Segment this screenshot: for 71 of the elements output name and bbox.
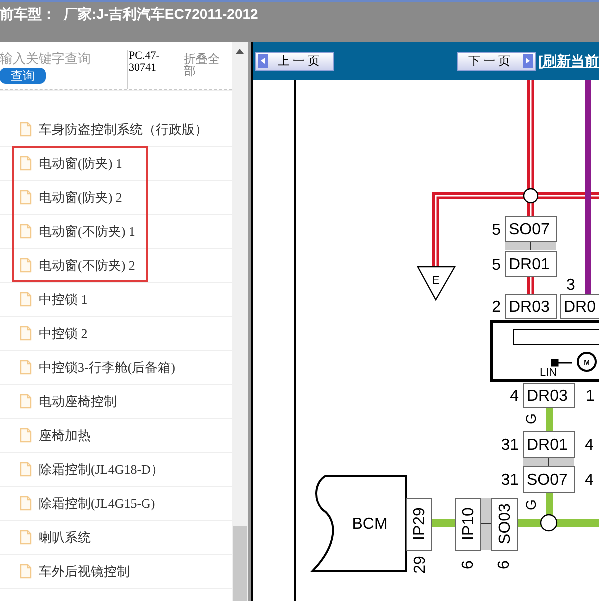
pin-number: 29: [412, 556, 429, 574]
connector-box: SO07: [505, 216, 557, 242]
search-button[interactable]: 查询: [0, 68, 46, 84]
scrollbar[interactable]: [232, 42, 248, 601]
file-icon: [20, 428, 32, 443]
lin-label: LIN: [540, 367, 558, 379]
window-title: 前车型： 厂家:J-吉利汽车EC72011-2012: [0, 6, 258, 22]
tree-item[interactable]: 座椅加热: [39, 426, 91, 446]
tree-item[interactable]: 电动窗(不防夹) 2: [39, 256, 136, 276]
pin-number: 4: [510, 388, 519, 405]
file-icon: [20, 462, 32, 477]
pin-number: 1: [586, 388, 595, 405]
scrollbar-thumb[interactable]: [233, 526, 247, 601]
file-icon: [20, 326, 32, 341]
wire: [546, 492, 553, 516]
pin-number: 4: [585, 437, 594, 454]
pin-number: 6: [460, 560, 477, 570]
file-icon: [20, 122, 32, 137]
file-icon: [20, 292, 32, 307]
connector-pin-icon: [551, 359, 573, 367]
next-page-button[interactable]: 下一页: [457, 52, 536, 70]
file-icon: [20, 258, 32, 273]
pin-number: 3: [566, 277, 576, 294]
tree-item[interactable]: 除霜控制(JL4G18-D）: [39, 460, 164, 480]
splice-node: [540, 514, 558, 532]
pin-number: 2: [492, 299, 501, 316]
collapse-all-link[interactable]: 折叠全部: [184, 52, 226, 78]
wire: [528, 276, 534, 294]
wire: [546, 407, 553, 431]
file-icon: [20, 190, 32, 205]
file-icon: [20, 496, 32, 511]
connector-box: IP29: [406, 498, 432, 551]
tree-item[interactable]: 电动窗(不防夹) 1: [39, 222, 136, 242]
connector-box: IP10: [455, 498, 481, 551]
refresh-link[interactable]: [刷新当前: [538, 50, 599, 72]
tree-item[interactable]: 电动座椅控制: [39, 392, 117, 412]
pin-number: 4: [585, 472, 594, 489]
splice-node: [523, 188, 539, 204]
connector-box: DR03: [505, 294, 557, 319]
tree-item[interactable]: 喇叭系统: [39, 528, 91, 548]
pin-number: 31: [501, 437, 519, 454]
tree-item[interactable]: 电动窗(防夹) 2: [39, 188, 122, 208]
connector-box: SO07: [523, 466, 575, 493]
file-icon: [20, 530, 32, 545]
wire-color-label: G: [523, 414, 539, 424]
module-label: BCM: [352, 516, 388, 533]
code-label: PC.47-30741: [127, 50, 179, 89]
tree-item[interactable]: 中控锁 1: [39, 290, 88, 310]
tree-item[interactable]: 除霜控制(JL4G15-G): [39, 494, 156, 514]
connector-box: DR01: [523, 431, 575, 458]
pin-number: 5: [492, 257, 501, 274]
ground-symbol: E: [416, 266, 456, 302]
connector-box: DR0: [560, 294, 599, 319]
wire-color-label: G: [523, 500, 539, 510]
pin-number: 6: [496, 560, 513, 570]
tree-item[interactable]: 电动窗(防夹) 1: [39, 154, 122, 174]
file-icon: [20, 394, 32, 409]
tree-item[interactable]: 中控锁 2: [39, 324, 88, 344]
file-icon: [20, 156, 32, 171]
tree-item[interactable]: 中控锁3-行李舱(后备箱): [39, 358, 176, 378]
connector-box: SO03: [491, 498, 518, 551]
file-icon: [20, 564, 32, 579]
pin-number: 5: [492, 222, 501, 239]
file-icon: [20, 360, 32, 375]
tree-item[interactable]: 车外后视镜控制: [39, 562, 130, 582]
connector-box: DR01: [505, 251, 557, 277]
pin-number: 31: [501, 472, 519, 489]
connector-box: DR03: [523, 383, 575, 408]
tree-item[interactable]: 车身防盗控制系统（行政版）: [39, 120, 208, 140]
previous-page-button[interactable]: 上一页: [255, 52, 334, 70]
file-icon: [20, 224, 32, 239]
